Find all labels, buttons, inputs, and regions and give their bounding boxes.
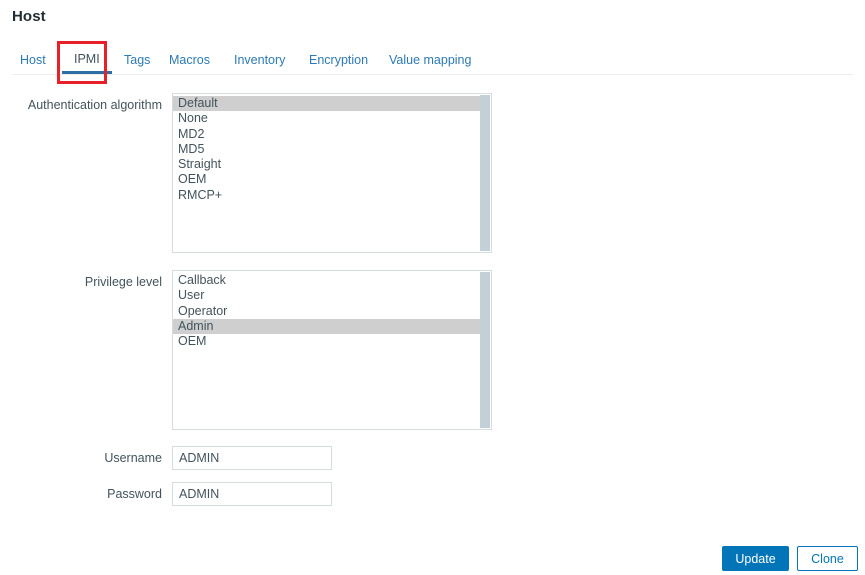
tab-label: Value mapping: [389, 53, 472, 67]
password-input[interactable]: [172, 482, 332, 506]
list-item[interactable]: RMCP+: [173, 188, 480, 203]
page-title: Host: [12, 8, 46, 25]
username-input[interactable]: [172, 446, 332, 470]
username-label: Username: [104, 451, 162, 465]
clone-button[interactable]: Clone: [797, 546, 858, 571]
auth-algorithm-scrollbar[interactable]: [480, 95, 490, 251]
password-label: Password: [107, 487, 162, 501]
privilege-level-label: Privilege level: [84, 275, 162, 289]
tab-label: Inventory: [234, 53, 286, 67]
tab-label: IPMI: [74, 52, 100, 66]
auth-algorithm-label: Authentication algorithm: [27, 98, 162, 112]
list-item[interactable]: None: [173, 111, 480, 126]
tab-label: Host: [20, 53, 46, 67]
update-button[interactable]: Update: [722, 546, 789, 571]
tab-encryption[interactable]: Encryption: [301, 47, 376, 74]
tab-value-mapping[interactable]: Value mapping: [381, 47, 479, 74]
list-item[interactable]: Default: [173, 96, 480, 112]
list-item[interactable]: Straight: [173, 157, 480, 172]
tab-inventory[interactable]: Inventory: [226, 47, 293, 74]
auth-algorithm-listbox[interactable]: Default None MD2 MD5 Straight OEM RMCP+: [172, 93, 492, 253]
list-item[interactable]: Admin: [173, 318, 480, 335]
tab-tags[interactable]: Tags: [116, 47, 158, 74]
tab-strip: Host IPMI Tags Macros Inventory Encrypti…: [12, 47, 853, 75]
privilege-level-options: Callback User Operator Admin OEM: [173, 273, 480, 429]
tab-host[interactable]: Host: [12, 47, 54, 74]
tab-label: Tags: [124, 53, 151, 67]
list-item[interactable]: OEM: [173, 172, 480, 187]
privilege-level-listbox[interactable]: Callback User Operator Admin OEM: [172, 270, 492, 430]
list-item[interactable]: User: [173, 288, 480, 303]
tab-label: Macros: [169, 53, 210, 67]
tab-macros[interactable]: Macros: [161, 47, 218, 74]
list-item[interactable]: OEM: [173, 334, 480, 349]
tab-ipmi[interactable]: IPMI: [62, 47, 112, 74]
privilege-level-scrollbar[interactable]: [480, 272, 490, 428]
list-item[interactable]: MD5: [173, 142, 480, 157]
list-item[interactable]: MD2: [173, 127, 480, 142]
auth-algorithm-options: Default None MD2 MD5 Straight OEM RMCP+: [173, 96, 480, 252]
list-item[interactable]: Callback: [173, 273, 480, 288]
tab-label: Encryption: [309, 53, 369, 67]
list-item[interactable]: Operator: [173, 304, 480, 319]
